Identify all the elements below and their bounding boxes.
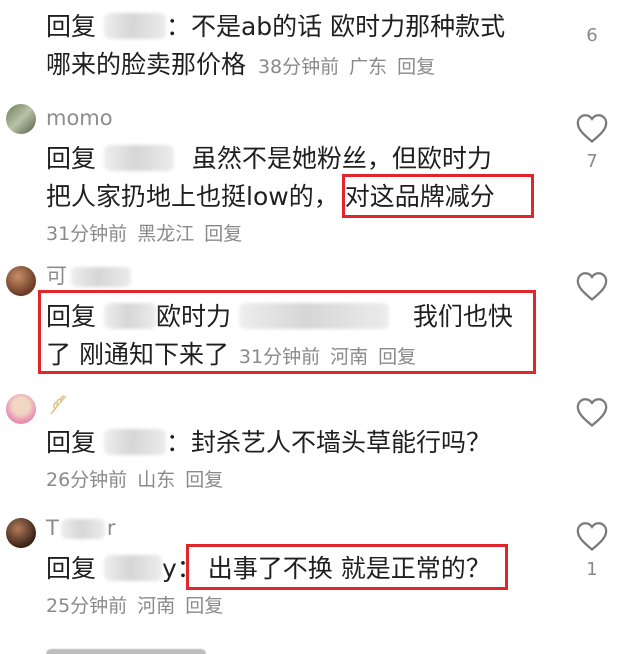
like-count: 6 xyxy=(586,25,598,46)
like-count: 1 xyxy=(586,559,598,580)
reply-1-line-1: 回复 ：不是ab的话 欧时力那种款式 xyxy=(46,8,546,46)
like-button-5[interactable]: 1 xyxy=(572,520,612,582)
reply-2: 回复 虽然不是她粉丝，但欧时力 把人家扔地上也挺low的， 对这品牌减分 31分钟… xyxy=(46,140,546,248)
heart-outline-icon xyxy=(576,272,608,301)
reply-link[interactable]: 回复 xyxy=(185,469,223,491)
reply-5-text: y： xyxy=(161,554,202,583)
reply-3-text: 我们也快 xyxy=(412,302,513,331)
region: 河南 xyxy=(330,346,369,368)
comment-thread: 回复 ：不是ab的话 欧时力那种款式 哪来的脸卖那价格 38分钟前 广东 回复 6 … xyxy=(0,0,640,654)
reply-3-line-2: 了 刚通知下来了 31分钟前 河南 回复 xyxy=(46,336,546,374)
reply-4-meta: 26分钟前 山东 回复 xyxy=(46,466,546,494)
brand-name: 欧时力 xyxy=(155,302,231,331)
reply-5-line-1: 回复 y： 出事了不换 就是正常的？ xyxy=(46,550,546,588)
wheat-icon xyxy=(50,395,67,415)
reply-3-text-2: 了 刚通知下来了 xyxy=(46,340,229,369)
username[interactable]: momo xyxy=(46,104,113,132)
username-tail: r xyxy=(106,516,116,540)
reply-label: 回复 xyxy=(46,12,97,41)
reply-3-line-1: 回复 欧时力 我们也快 xyxy=(46,298,546,336)
reply-5: 回复 y： 出事了不换 就是正常的？ 25分钟前 河南 回复 xyxy=(46,550,546,620)
timestamp: 38分钟前 xyxy=(257,56,340,78)
reply-label: 回复 xyxy=(46,302,97,331)
reply-3: 回复 欧时力 我们也快 了 刚通知下来了 31分钟前 河南 回复 xyxy=(46,298,546,374)
blurred-username xyxy=(60,519,105,539)
heart-outline-icon xyxy=(576,398,608,427)
reply-label: 回复 xyxy=(46,144,97,173)
region: 黑龙江 xyxy=(137,223,195,245)
reply-link[interactable]: 回复 xyxy=(378,346,416,368)
username[interactable] xyxy=(46,392,72,425)
reply-4-text: ：封杀艺人不墙头草能行吗？ xyxy=(165,428,491,457)
reply-4-line-1: 回复 ：封杀艺人不墙头草能行吗？ xyxy=(46,424,546,462)
reply-1-meta: 38分钟前 广东 回复 xyxy=(258,56,445,78)
highlighted-text: 出事了不换 就是正常的？ xyxy=(207,554,491,583)
reply-2-meta: 31分钟前 黑龙江 回复 xyxy=(46,220,546,248)
avatar[interactable] xyxy=(6,104,36,134)
avatar[interactable] xyxy=(6,266,36,296)
reply-1-line-2: 哪来的脸卖那价格 38分钟前 广东 回复 xyxy=(46,46,546,84)
reply-link[interactable]: 回复 xyxy=(185,595,223,617)
reply-5-meta: 25分钟前 河南 回复 xyxy=(46,592,546,620)
reply-4: 回复 ：封杀艺人不墙头草能行吗？ 26分钟前 山东 回复 xyxy=(46,424,546,494)
blurred-username xyxy=(103,429,166,455)
blurred-username xyxy=(71,267,131,287)
reply-label: 回复 xyxy=(46,428,97,457)
cut-off-text xyxy=(46,649,206,654)
reply-1-text: ：不是ab的话 欧时力那种款式 xyxy=(165,12,506,41)
like-button-3[interactable] xyxy=(572,270,612,302)
timestamp: 31分钟前 xyxy=(238,346,321,368)
region: 广东 xyxy=(349,56,388,78)
reply-2-text: 虽然不是她粉丝，但欧时力 xyxy=(191,144,492,173)
username-text[interactable]: 可 xyxy=(46,264,67,288)
like-button-4[interactable] xyxy=(572,396,612,428)
blurred-username xyxy=(103,13,166,39)
region: 山东 xyxy=(137,469,176,491)
blurred-username xyxy=(103,145,174,171)
like-count: 7 xyxy=(586,151,598,172)
reply-2-line-1: 回复 虽然不是她粉丝，但欧时力 xyxy=(46,140,546,178)
cut-off-next-reply xyxy=(46,640,216,654)
blurred-username xyxy=(103,303,156,329)
avatar[interactable] xyxy=(6,394,36,424)
reply-link[interactable]: 回复 xyxy=(397,56,435,78)
reply-3-meta: 31分钟前 河南 回复 xyxy=(239,346,426,368)
reply-1-text-2: 哪来的脸卖那价格 xyxy=(46,50,247,79)
timestamp: 26分钟前 xyxy=(46,469,128,491)
username-text[interactable]: T xyxy=(46,516,59,540)
heart-outline-icon xyxy=(576,114,608,143)
reply-1: 回复 ：不是ab的话 欧时力那种款式 哪来的脸卖那价格 38分钟前 广东 回复 xyxy=(46,8,546,84)
reply-2-text-2: 把人家扔地上也挺low的， xyxy=(46,182,339,211)
reply-label: 回复 xyxy=(46,554,97,583)
avatar[interactable] xyxy=(6,518,36,548)
timestamp: 31分钟前 xyxy=(46,223,128,245)
blurred-username xyxy=(103,555,162,581)
timestamp: 25分钟前 xyxy=(46,595,128,617)
region: 河南 xyxy=(137,595,176,617)
reply-2-line-2: 把人家扔地上也挺low的， 对这品牌减分 xyxy=(46,178,546,216)
heart-outline-icon xyxy=(576,522,608,551)
blurred-text xyxy=(238,303,389,329)
reply-link[interactable]: 回复 xyxy=(204,223,242,245)
highlighted-text: 对这品牌减分 xyxy=(344,182,495,211)
username: Tr xyxy=(46,514,115,542)
username: 可 xyxy=(46,262,131,290)
like-button-1[interactable]: 6 xyxy=(572,24,612,48)
like-button-2[interactable]: 7 xyxy=(572,112,612,174)
